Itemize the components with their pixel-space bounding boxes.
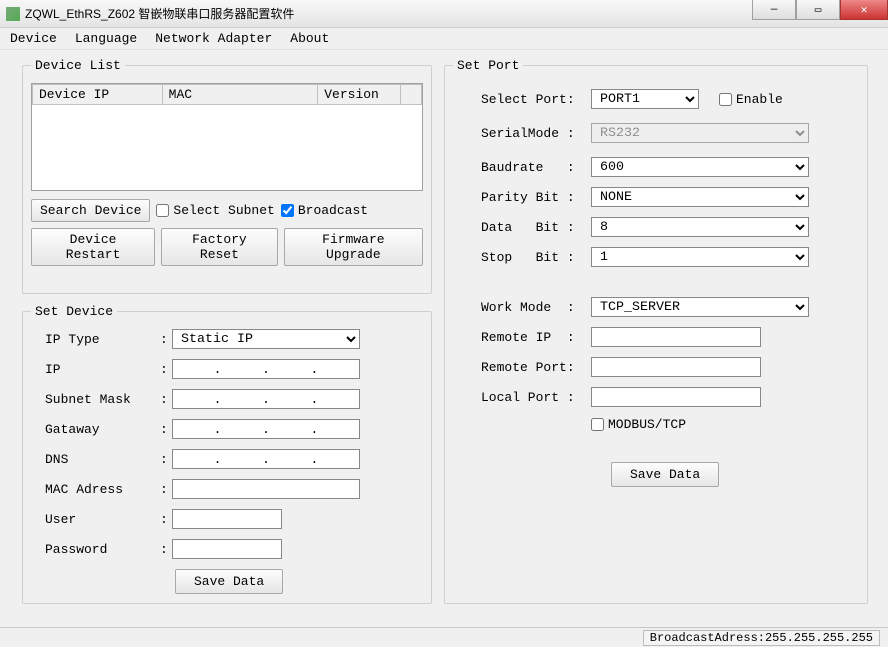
data-bit-label: Data Bit : [481, 220, 591, 235]
remote-port-label: Remote Port: [481, 360, 591, 375]
ip-type-label: IP Type [45, 332, 160, 347]
col-device-ip[interactable]: Device IP [33, 85, 163, 105]
work-mode-select[interactable]: TCP_SERVER [591, 297, 809, 317]
dns-label: DNS [45, 452, 160, 467]
col-empty [401, 85, 422, 105]
gateway-field[interactable]: ... [172, 419, 360, 439]
subnet-mask-field[interactable]: ... [172, 389, 360, 409]
set-device-legend: Set Device [31, 304, 117, 319]
mac-address-field[interactable] [172, 479, 360, 499]
subnet-mask-label: Subnet Mask [45, 392, 160, 407]
maximize-button[interactable]: ▭ [796, 0, 840, 20]
broadcast-checkbox[interactable] [281, 204, 294, 217]
menu-bar: Device Language Network Adapter About [0, 28, 888, 50]
minimize-button[interactable]: — [752, 0, 796, 20]
select-port-label: Select Port: [481, 92, 591, 107]
menu-language[interactable]: Language [75, 31, 137, 46]
broadcast-checkbox-wrap[interactable]: Broadcast [281, 203, 368, 218]
set-device-group: Set Device IP Type : Static IP IP : ... … [22, 304, 432, 604]
app-icon [6, 7, 20, 21]
serial-mode-label: SerialMode : [481, 126, 591, 141]
dns-field[interactable]: ... [172, 449, 360, 469]
local-port-label: Local Port : [481, 390, 591, 405]
ip-type-select[interactable]: Static IP [172, 329, 360, 349]
menu-about[interactable]: About [290, 31, 329, 46]
password-label: Password [45, 542, 160, 557]
data-bit-select[interactable]: 8 [591, 217, 809, 237]
close-button[interactable]: ✕ [840, 0, 888, 20]
stop-bit-select[interactable]: 1 [591, 247, 809, 267]
enable-checkbox-wrap[interactable]: Enable [719, 92, 783, 107]
stop-bit-label: Stop Bit : [481, 250, 591, 265]
mac-address-label: MAC Adress [45, 482, 160, 497]
user-field[interactable] [172, 509, 282, 529]
remote-port-field[interactable] [591, 357, 761, 377]
set-port-legend: Set Port [453, 58, 523, 73]
window-titlebar: ZQWL_EthRS_Z602 智嵌物联串口服务器配置软件 — ▭ ✕ [0, 0, 888, 28]
col-version[interactable]: Version [318, 85, 401, 105]
col-mac[interactable]: MAC [162, 85, 318, 105]
firmware-upgrade-button[interactable]: Firmware Upgrade [284, 228, 423, 266]
gateway-label: Gataway [45, 422, 160, 437]
baudrate-select[interactable]: 600 [591, 157, 809, 177]
ip-label: IP [45, 362, 160, 377]
set-device-save-button[interactable]: Save Data [175, 569, 283, 594]
select-subnet-checkbox-wrap[interactable]: Select Subnet [156, 203, 274, 218]
select-subnet-checkbox[interactable] [156, 204, 169, 217]
status-broadcast-address: BroadcastAdress:255.255.255.255 [643, 630, 880, 646]
parity-bit-label: Parity Bit : [481, 190, 591, 205]
window-controls: — ▭ ✕ [752, 0, 888, 20]
modbus-checkbox-wrap[interactable]: MODBUS/TCP [591, 417, 686, 432]
menu-network-adapter[interactable]: Network Adapter [155, 31, 272, 46]
baudrate-label: Baudrate : [481, 160, 591, 175]
menu-device[interactable]: Device [10, 31, 57, 46]
local-port-field[interactable] [591, 387, 761, 407]
password-field[interactable] [172, 539, 282, 559]
search-device-button[interactable]: Search Device [31, 199, 150, 222]
broadcast-label: Broadcast [298, 203, 368, 218]
modbus-label: MODBUS/TCP [608, 417, 686, 432]
select-subnet-label: Select Subnet [173, 203, 274, 218]
device-restart-button[interactable]: Device Restart [31, 228, 155, 266]
parity-bit-select[interactable]: NONE [591, 187, 809, 207]
work-mode-label: Work Mode : [481, 300, 591, 315]
device-list-group: Device List Device IP MAC Version Search… [22, 58, 432, 294]
factory-reset-button[interactable]: Factory Reset [161, 228, 278, 266]
set-port-group: Set Port Select Port: PORT1 Enable Seria… [444, 58, 868, 604]
remote-ip-field[interactable] [591, 327, 761, 347]
enable-checkbox[interactable] [719, 93, 732, 106]
set-port-save-button[interactable]: Save Data [611, 462, 719, 487]
ip-field[interactable]: ... [172, 359, 360, 379]
window-title: ZQWL_EthRS_Z602 智嵌物联串口服务器配置软件 [25, 5, 294, 22]
status-bar: BroadcastAdress:255.255.255.255 [0, 627, 888, 647]
modbus-checkbox[interactable] [591, 418, 604, 431]
select-port-select[interactable]: PORT1 [591, 89, 699, 109]
device-list-legend: Device List [31, 58, 125, 73]
remote-ip-label: Remote IP : [481, 330, 591, 345]
serial-mode-select: RS232 [591, 123, 809, 143]
user-label: User [45, 512, 160, 527]
enable-label: Enable [736, 92, 783, 107]
device-table[interactable]: Device IP MAC Version [31, 83, 423, 191]
